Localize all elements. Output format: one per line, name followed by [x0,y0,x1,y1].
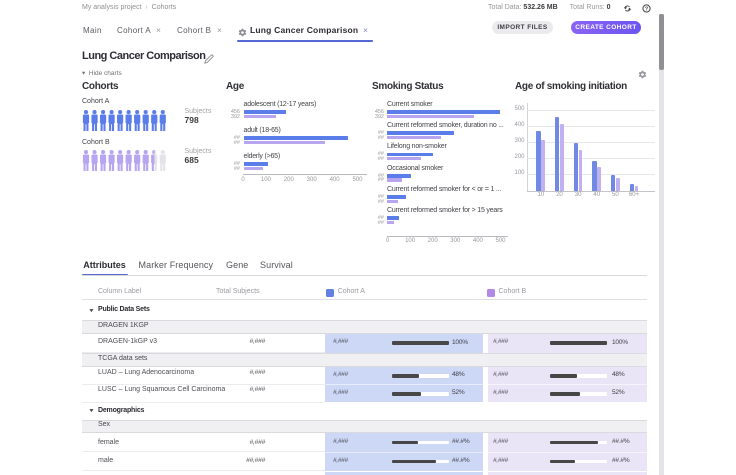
svg-text:?: ? [645,6,649,12]
